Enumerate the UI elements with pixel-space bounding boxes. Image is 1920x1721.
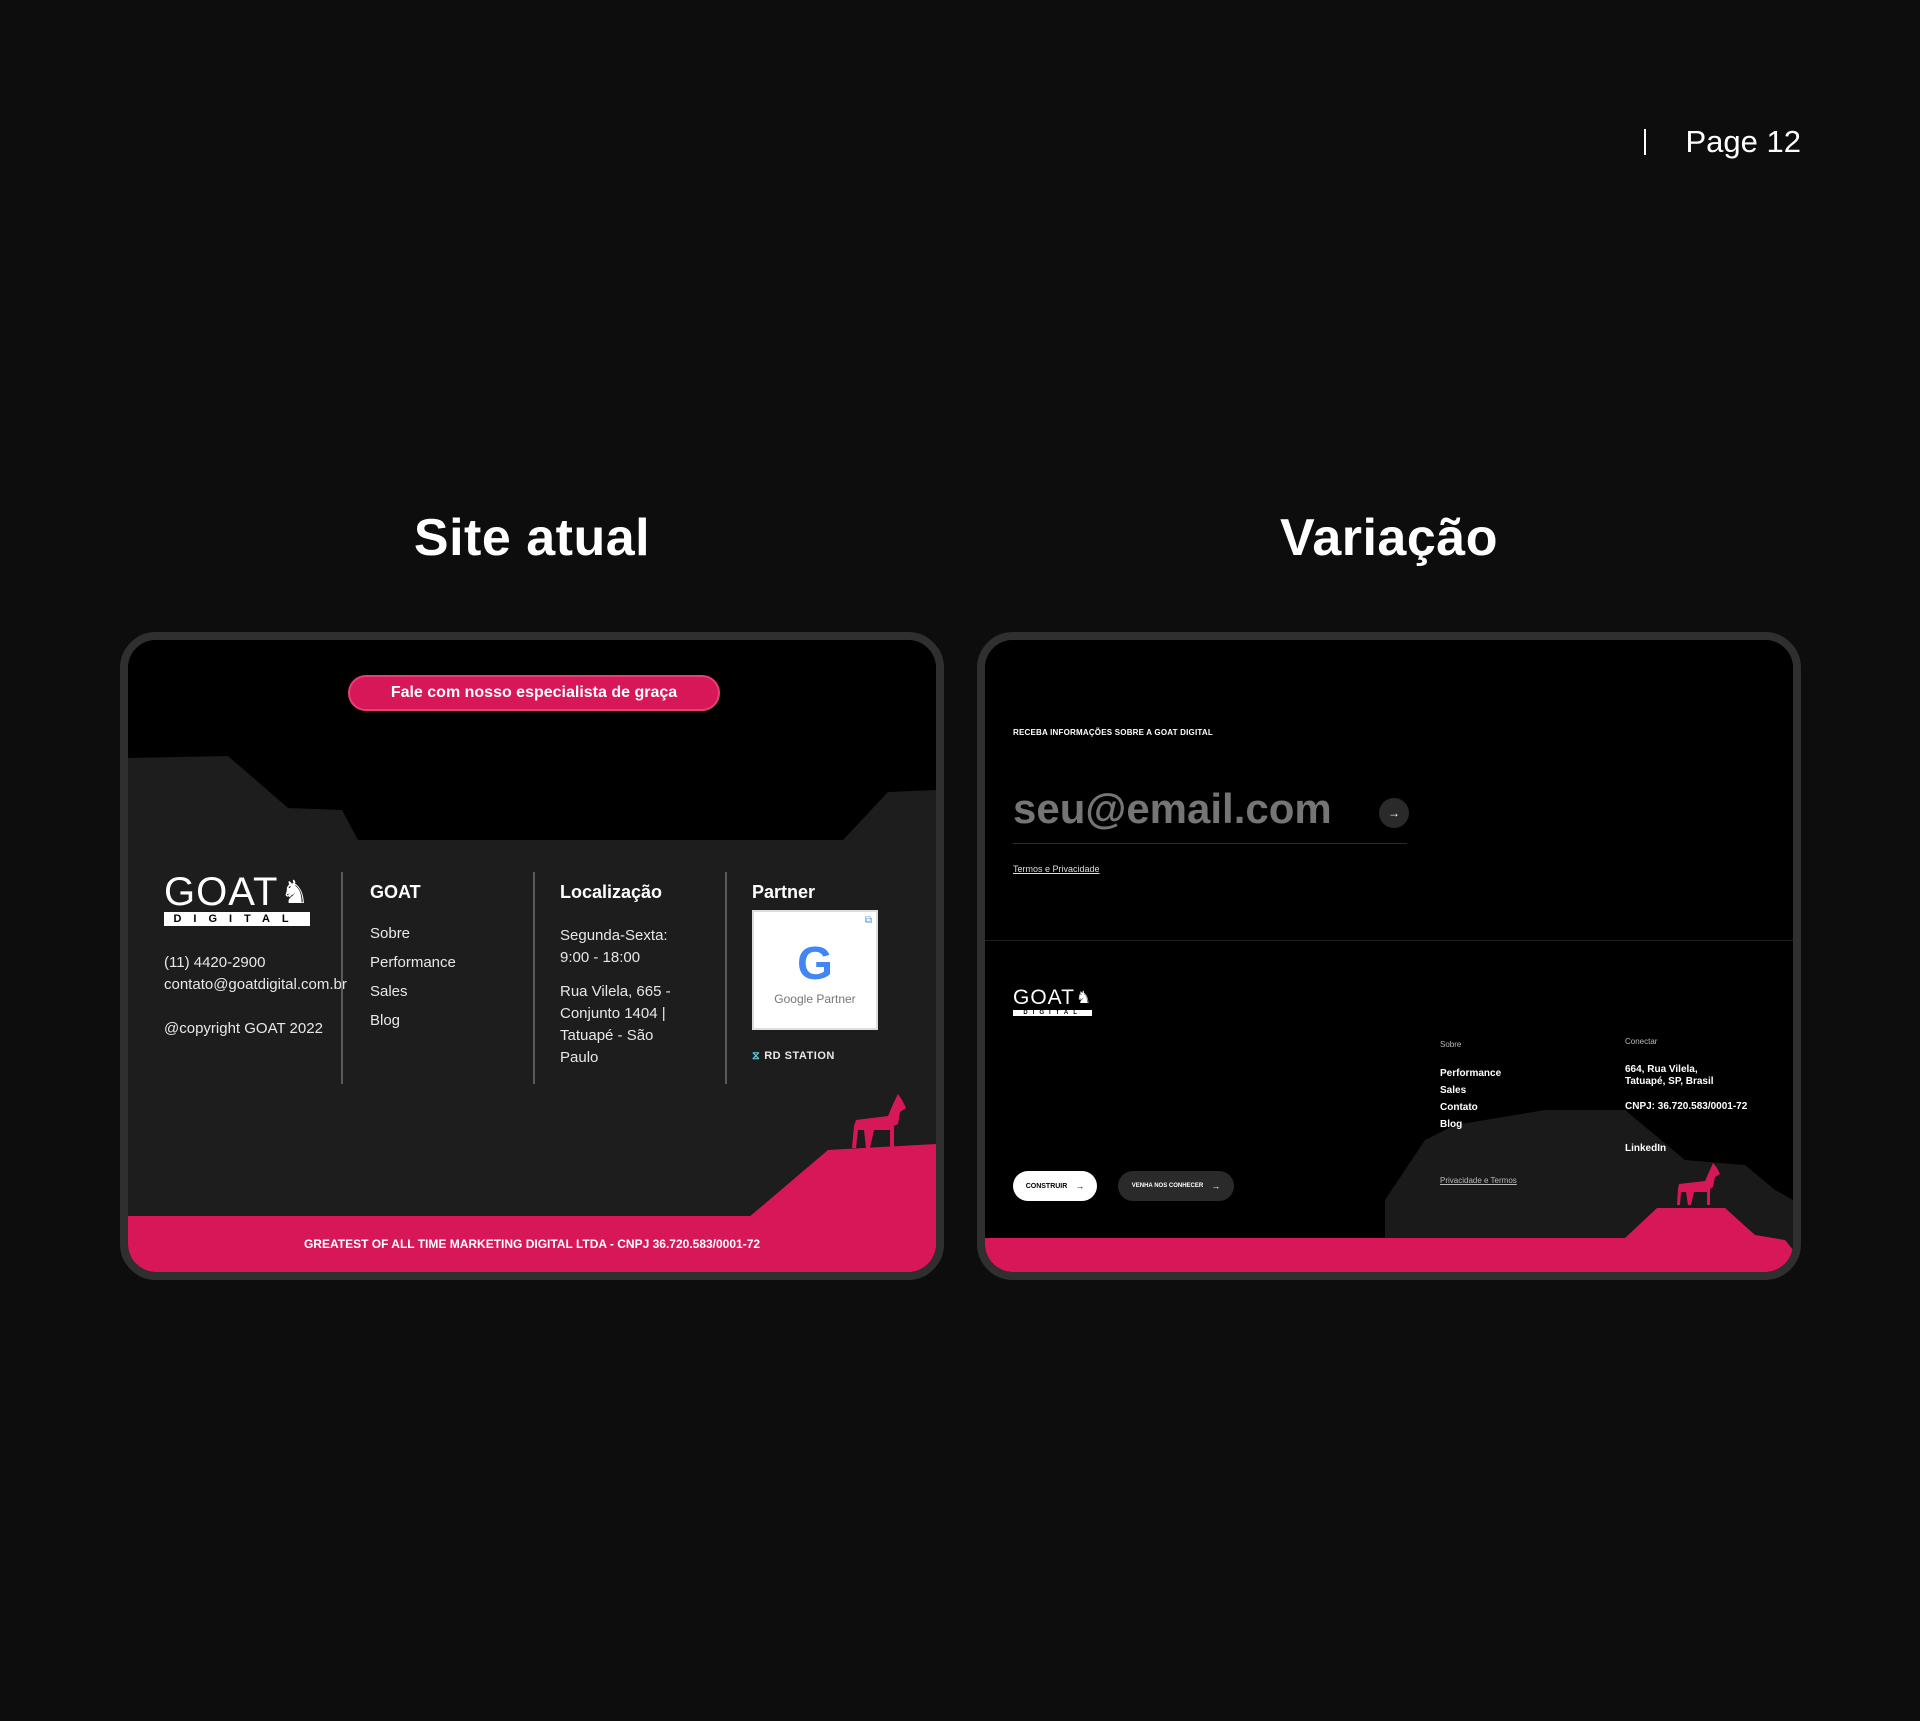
link-sales[interactable]: Sales <box>1440 1082 1501 1099</box>
submit-arrow-button[interactable]: → <box>1379 798 1409 828</box>
link-blog[interactable]: Blog <box>370 1012 456 1029</box>
phone[interactable]: (11) 4420-2900 <box>164 952 347 974</box>
section-divider <box>985 940 1793 941</box>
link-sales[interactable]: Sales <box>370 983 456 1000</box>
rd-station-logo: ⧖ RD STATION <box>752 1050 835 1063</box>
column-divider <box>725 872 727 1084</box>
column-heading: Sobre <box>1440 1040 1462 1049</box>
page-number: Page 12 <box>1685 124 1802 159</box>
logo-word: GOAT <box>164 870 279 914</box>
column-divider <box>533 872 535 1084</box>
page-divider <box>1643 129 1646 155</box>
button-label: CONSTRUIR <box>1025 1182 1068 1190</box>
column-divider <box>341 872 343 1084</box>
email-input[interactable] <box>1013 785 1413 833</box>
goat-silhouette-icon <box>1677 1163 1720 1205</box>
construir-button[interactable]: CONSTRUIR → <box>1013 1171 1097 1201</box>
email[interactable]: contato@goatdigital.com.br <box>164 974 347 996</box>
terms-link[interactable]: Termos e Privacidade <box>1013 864 1100 874</box>
sobre-column: Sobre Performance Sales Contato Blog <box>1440 1036 1501 1133</box>
variacao-frame: RECEBA INFORMAÇÕES SOBRE A GOAT DIGITAL … <box>977 632 1801 1280</box>
logo-sub: DIGITAL <box>1013 1010 1093 1016</box>
conhecer-button[interactable]: VENHA NOS CONHECER → <box>1118 1171 1234 1201</box>
goat-logo[interactable]: GOAT ♞ DIGITAL <box>164 870 311 926</box>
column-title: Partner <box>752 882 816 902</box>
column-heading: Conectar <box>1625 1037 1658 1046</box>
goat-silhouette-icon <box>852 1094 906 1148</box>
goat-links-column: GOAT Sobre Performance Sales Blog <box>370 882 456 1041</box>
logo-sub: DIGITAL <box>164 912 311 926</box>
link-contato[interactable]: Contato <box>1440 1099 1501 1116</box>
newsletter-eyebrow: RECEBA INFORMAÇÕES SOBRE A GOAT DIGITAL <box>1013 728 1213 737</box>
legal-footer: GREATEST OF ALL TIME MARKETING DIGITAL L… <box>128 1216 936 1272</box>
google-g-icon: G <box>797 937 833 989</box>
site-atual-title: Site atual <box>413 509 651 567</box>
input-underline <box>1013 843 1407 844</box>
button-label: VENHA NOS CONHECER <box>1131 1183 1204 1189</box>
rd-station-icon: ⧖ <box>752 1050 761 1062</box>
address-line-1: 664, Rua Vilela, <box>1625 1064 1698 1075</box>
arrow-right-icon: → <box>1211 1181 1221 1191</box>
privacy-link[interactable]: Privacidade e Termos <box>1440 1176 1517 1185</box>
arrow-right-icon: → <box>1075 1181 1085 1191</box>
page-indicator: Page 12 <box>1643 124 1802 160</box>
external-link-icon: ⧉ <box>864 915 872 926</box>
conectar-column: Conectar 664, Rua Vilela, Tatuapé, SP, B… <box>1625 1036 1747 1155</box>
google-partner-badge[interactable]: ⧉ G Google Partner <box>752 910 878 1030</box>
variacao-title: Variação <box>1280 509 1498 567</box>
site-atual-frame: Fale com nosso especialista de graça GOA… <box>120 632 944 1280</box>
link-blog[interactable]: Blog <box>1440 1116 1501 1133</box>
rd-station-label: RD STATION <box>764 1050 835 1062</box>
linkedin-link[interactable]: LinkedIn <box>1625 1143 1747 1155</box>
badge-caption: Google Partner <box>774 992 856 1006</box>
link-performance[interactable]: Performance <box>370 954 456 971</box>
link-sobre[interactable]: Sobre <box>370 925 456 942</box>
business-hours: Segunda-Sexta: 9:00 - 18:00 <box>560 927 668 966</box>
link-performance[interactable]: Performance <box>1440 1065 1501 1082</box>
cta-especialista-button[interactable]: Fale com nosso especialista de graça <box>348 675 720 711</box>
cnpj: CNPJ: 36.720.583/0001-72 <box>1625 1101 1748 1112</box>
address: Rua Vilela, 665 - Conjunto 1404 | Tatuap… <box>560 983 671 1066</box>
copyright: @copyright GOAT 2022 <box>164 1020 323 1037</box>
localizacao-column: Localização Segunda-Sexta: 9:00 - 18:00 … <box>560 882 680 1081</box>
column-title: GOAT <box>370 882 421 902</box>
contact-info: (11) 4420-2900 contato@goatdigital.com.b… <box>164 952 347 996</box>
logo-word: GOAT <box>1013 986 1075 1009</box>
goat-logo[interactable]: GOAT ♞ DIGITAL <box>1013 986 1093 1016</box>
goat-icon: ♞ <box>280 874 311 910</box>
address-line-2: Tatuapé, SP, Brasil <box>1625 1076 1714 1087</box>
goat-icon: ♞ <box>1075 988 1093 1007</box>
column-title: Localização <box>560 882 663 902</box>
